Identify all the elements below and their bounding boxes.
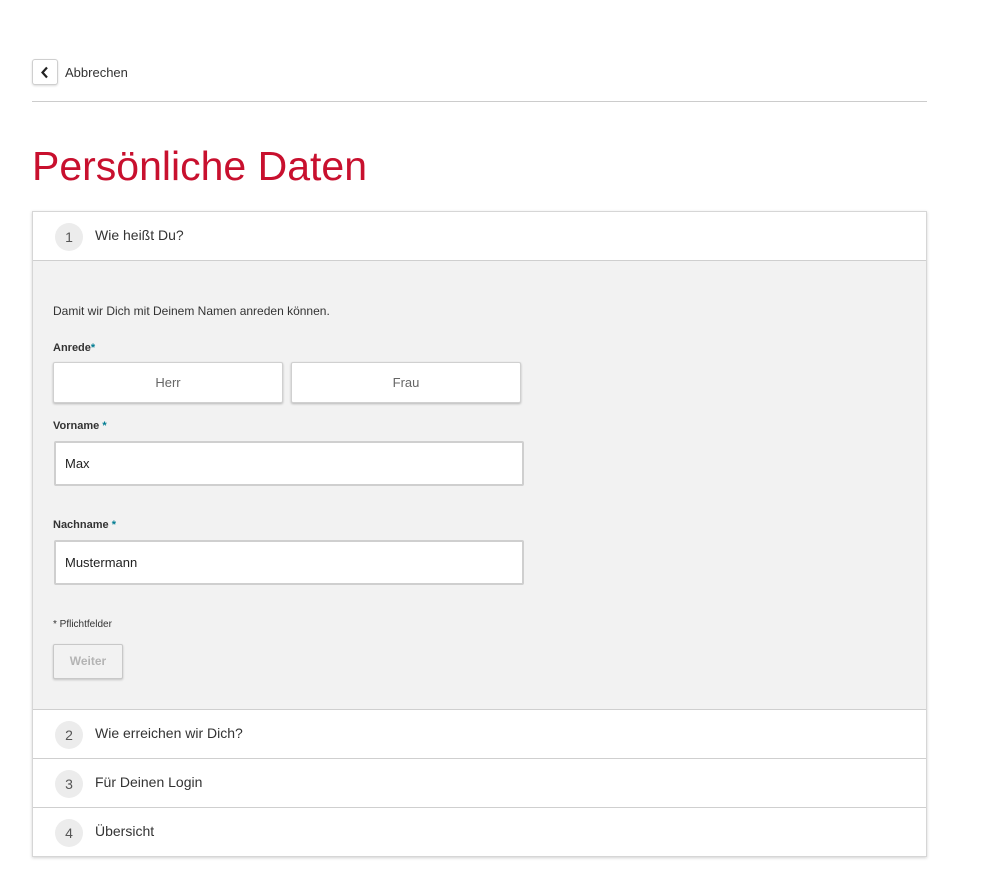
lastname-label: Nachname * [53,519,116,531]
firstname-input[interactable]: Max [54,441,524,486]
salutation-label: Anrede* [53,342,96,354]
step-3-header[interactable]: 3 Für Deinen Login [33,758,926,807]
firstname-label: Vorname * [53,420,107,432]
step-number: 4 [55,819,83,847]
step-number: 3 [55,770,83,798]
required-marker: * [102,420,107,432]
required-marker: * [90,342,96,354]
step-1-header[interactable]: 1 Wie heißt Du? [33,212,926,260]
salutation-frau-button[interactable]: Frau [291,362,521,403]
required-marker: * [111,519,116,531]
cancel-link[interactable]: Abbrechen [65,65,128,80]
chevron-left-icon [41,66,48,79]
page-title: Persönliche Daten [32,143,368,189]
step-4-header[interactable]: 4 Übersicht [33,807,926,856]
step-number: 2 [55,721,83,749]
step-number: 1 [55,223,83,251]
back-button[interactable] [32,59,58,85]
step-1-body: Damit wir Dich mit Deinem Namen anreden … [33,260,926,709]
steps-accordion: 1 Wie heißt Du? Damit wir Dich mit Deine… [32,211,927,857]
next-button[interactable]: Weiter [53,644,123,679]
step-title: Für Deinen Login [95,774,203,790]
intro-text: Damit wir Dich mit Deinem Namen anreden … [53,304,330,318]
top-bar: Abbrechen [32,59,927,102]
step-title: Wie heißt Du? [95,227,184,243]
step-title: Wie erreichen wir Dich? [95,725,243,741]
salutation-herr-button[interactable]: Herr [53,362,283,403]
step-2-header[interactable]: 2 Wie erreichen wir Dich? [33,709,926,758]
lastname-input[interactable]: Mustermann [54,540,524,585]
step-title: Übersicht [95,823,155,839]
required-note: * Pflichtfelder [53,619,112,630]
